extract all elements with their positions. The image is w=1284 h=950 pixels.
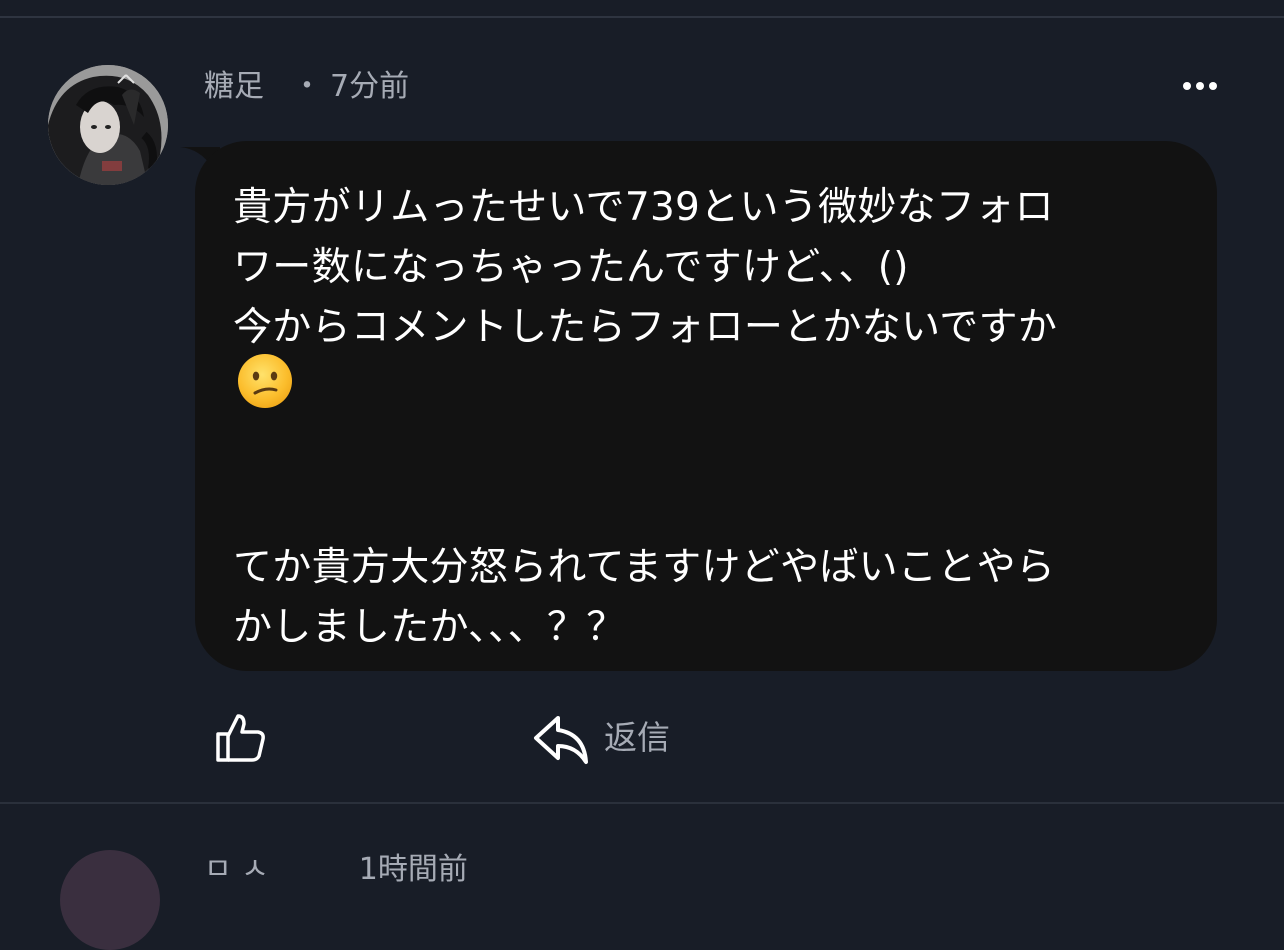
- more-dot-2: [1196, 82, 1204, 90]
- next-comment-header: ㅁ ㅅ 1時間前: [204, 852, 468, 887]
- bottom-divider: [0, 802, 1284, 804]
- avatar[interactable]: [48, 65, 168, 185]
- more-dot-3: [1209, 82, 1217, 90]
- top-divider: [0, 16, 1284, 18]
- comment-author[interactable]: 糖足: [204, 66, 264, 108]
- more-horizontal-icon: [1183, 82, 1191, 90]
- thumbs-up-icon: [216, 714, 265, 762]
- comment-timestamp: 7分前: [330, 69, 410, 104]
- reply-button[interactable]: 返信: [530, 706, 670, 770]
- comment-text: 貴方がリムったせいで739という微妙なフォロ ワー数になっちゃったんですけど、、…: [233, 185, 1058, 650]
- like-button[interactable]: [210, 708, 270, 768]
- next-comment-avatar[interactable]: [60, 850, 160, 950]
- more-options-button[interactable]: [1174, 72, 1226, 100]
- header-separator: ・: [292, 69, 322, 104]
- avatar-image: [48, 65, 168, 185]
- reply-arrow-icon: [534, 716, 588, 764]
- confused-face-icon: [238, 354, 292, 408]
- reply-label: 返信: [604, 718, 670, 757]
